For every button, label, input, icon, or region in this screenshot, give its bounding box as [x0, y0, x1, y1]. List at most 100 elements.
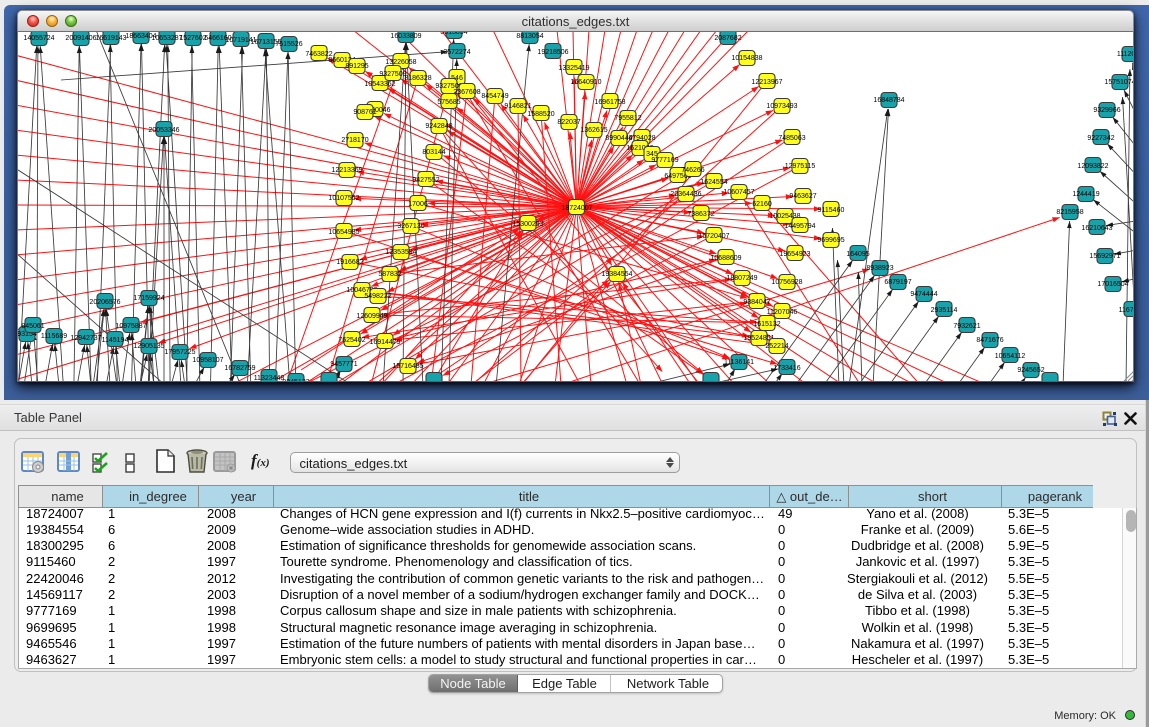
- svg-text:1145194: 1145194: [102, 337, 129, 344]
- svg-text:7386372: 7386372: [687, 211, 714, 218]
- svg-text:15751074: 15751074: [1104, 79, 1134, 86]
- svg-text:14055724: 14055724: [23, 35, 54, 42]
- svg-text:16848784: 16848784: [873, 97, 904, 104]
- svg-text:1588520: 1588520: [527, 111, 554, 118]
- svg-text:1244419: 1244419: [1072, 191, 1099, 198]
- svg-text:16640910: 16640910: [570, 79, 601, 86]
- svg-text:62160: 62160: [752, 201, 772, 208]
- svg-text:12975115: 12975115: [785, 163, 816, 170]
- svg-text:20206576: 20206576: [89, 299, 120, 306]
- svg-text:9115460: 9115460: [818, 207, 845, 214]
- svg-text:15716485: 15716485: [392, 363, 423, 370]
- svg-text:1733416: 1733416: [773, 365, 800, 372]
- svg-text:9384047: 9384047: [743, 299, 770, 306]
- svg-text:5498222: 5498222: [364, 293, 391, 300]
- svg-text:8938923: 8938923: [866, 265, 893, 272]
- svg-text:1362615: 1362615: [580, 127, 607, 134]
- svg-text:9457771: 9457771: [330, 361, 357, 368]
- svg-text:9146821: 9146821: [504, 103, 531, 110]
- svg-text:11207046: 11207046: [767, 309, 798, 316]
- svg-text:17006: 17006: [408, 201, 428, 208]
- svg-text:7932621: 7932621: [953, 323, 980, 330]
- svg-text:7625402: 7625402: [338, 337, 365, 344]
- svg-text:1916682: 1916682: [336, 259, 363, 266]
- svg-text:10154838: 10154838: [731, 55, 762, 62]
- svg-text:845061: 845061: [21, 323, 44, 330]
- svg-text:1112034: 1112034: [1117, 51, 1134, 58]
- svg-text:20053346: 20053346: [148, 127, 179, 134]
- svg-text:18724007: 18724007: [561, 205, 592, 212]
- svg-text:16210643: 16210643: [1081, 225, 1112, 232]
- svg-text:12093822: 12093822: [1077, 163, 1108, 170]
- svg-text:16033809: 16033809: [390, 33, 421, 40]
- svg-text:587832: 587832: [378, 271, 401, 278]
- svg-text:16619143: 16619143: [95, 35, 126, 42]
- svg-text:11323448: 11323448: [254, 375, 285, 382]
- svg-text:7485063: 7485063: [778, 135, 805, 142]
- svg-text:16914479: 16914479: [369, 339, 400, 346]
- svg-text:16961758: 16961758: [594, 99, 625, 106]
- svg-text:16782759: 16782759: [224, 365, 255, 372]
- svg-text:1624554: 1624554: [700, 179, 727, 186]
- svg-text:12213967: 12213967: [751, 79, 782, 86]
- svg-text:13325419: 13325419: [558, 65, 589, 72]
- svg-text:8186328: 8186328: [404, 75, 431, 82]
- svg-text:9327509: 9327509: [379, 71, 406, 78]
- svg-text:9427552: 9427552: [412, 177, 439, 184]
- svg-text:15692971: 15692971: [1089, 253, 1120, 260]
- svg-text:1115689: 1115689: [41, 333, 67, 340]
- svg-text:2718170: 2718170: [341, 137, 368, 144]
- svg-text:10107552: 10107552: [328, 195, 359, 202]
- svg-text:10688609: 10688609: [710, 255, 741, 262]
- svg-text:2087682: 2087682: [714, 35, 741, 42]
- svg-text:10975887: 10975887: [115, 323, 146, 330]
- svg-text:2935114: 2935114: [931, 307, 958, 314]
- svg-text:1527602: 1527602: [179, 35, 206, 42]
- svg-text:18807249: 18807249: [726, 275, 757, 282]
- svg-text:8454749: 8454749: [481, 93, 508, 100]
- svg-text:803144: 803144: [422, 149, 445, 156]
- svg-text:17957225: 17957225: [164, 349, 195, 356]
- svg-text:19654923: 19654923: [779, 251, 810, 258]
- svg-text:9474444: 9474444: [910, 291, 937, 298]
- svg-text:3572274: 3572274: [443, 49, 470, 56]
- svg-text:10607457: 10607457: [723, 189, 754, 196]
- svg-text:10653287: 10653287: [151, 35, 182, 42]
- svg-text:11136141: 11136141: [724, 359, 754, 366]
- svg-text:15720407: 15720407: [698, 233, 729, 240]
- svg-text:10543362: 10543362: [364, 81, 395, 88]
- svg-text:12942737: 12942737: [70, 335, 101, 342]
- svg-text:2367608: 2367608: [453, 89, 480, 96]
- svg-text:10958107: 10958107: [192, 357, 223, 364]
- svg-text:8215958: 8215958: [1056, 209, 1083, 216]
- svg-text:9227342: 9227342: [1087, 135, 1114, 142]
- svg-text:10654112: 10654112: [995, 353, 1026, 360]
- svg-text:10973493: 10973493: [766, 103, 797, 110]
- svg-text:20091406: 20091406: [65, 35, 96, 42]
- svg-text:575685: 575685: [437, 99, 460, 106]
- svg-text:9245652: 9245652: [1017, 367, 1044, 374]
- svg-text:19218506: 19218506: [537, 49, 568, 56]
- svg-text:12609949: 12609949: [356, 313, 387, 320]
- svg-text:9245123: 9245123: [282, 379, 309, 382]
- svg-text:7515526: 7515526: [275, 41, 302, 48]
- svg-text:3267130: 3267130: [397, 223, 424, 230]
- svg-text:15300293: 15300293: [512, 221, 543, 228]
- svg-text:12213369: 12213369: [331, 167, 362, 174]
- svg-text:17159924: 17159924: [133, 295, 164, 302]
- svg-text:17016504: 17016504: [1097, 281, 1128, 288]
- svg-text:8471676: 8471676: [976, 337, 1003, 344]
- svg-text:9329966: 9329966: [1093, 107, 1120, 114]
- svg-text:9699695: 9699695: [817, 237, 844, 244]
- svg-text:10654985: 10654985: [328, 229, 359, 236]
- svg-text:746266: 746266: [681, 167, 704, 174]
- svg-text:12905135: 12905135: [133, 343, 164, 350]
- svg-text:8813054: 8813054: [440, 32, 467, 36]
- svg-text:891295: 891295: [345, 63, 368, 70]
- svg-text:822037: 822037: [557, 119, 580, 126]
- svg-text:19384554: 19384554: [601, 271, 632, 278]
- svg-text:10756928: 10756928: [771, 279, 802, 286]
- svg-text:1615132: 1615132: [753, 321, 780, 328]
- svg-text:9242848: 9242848: [425, 123, 452, 130]
- svg-text:908761: 908761: [353, 109, 376, 116]
